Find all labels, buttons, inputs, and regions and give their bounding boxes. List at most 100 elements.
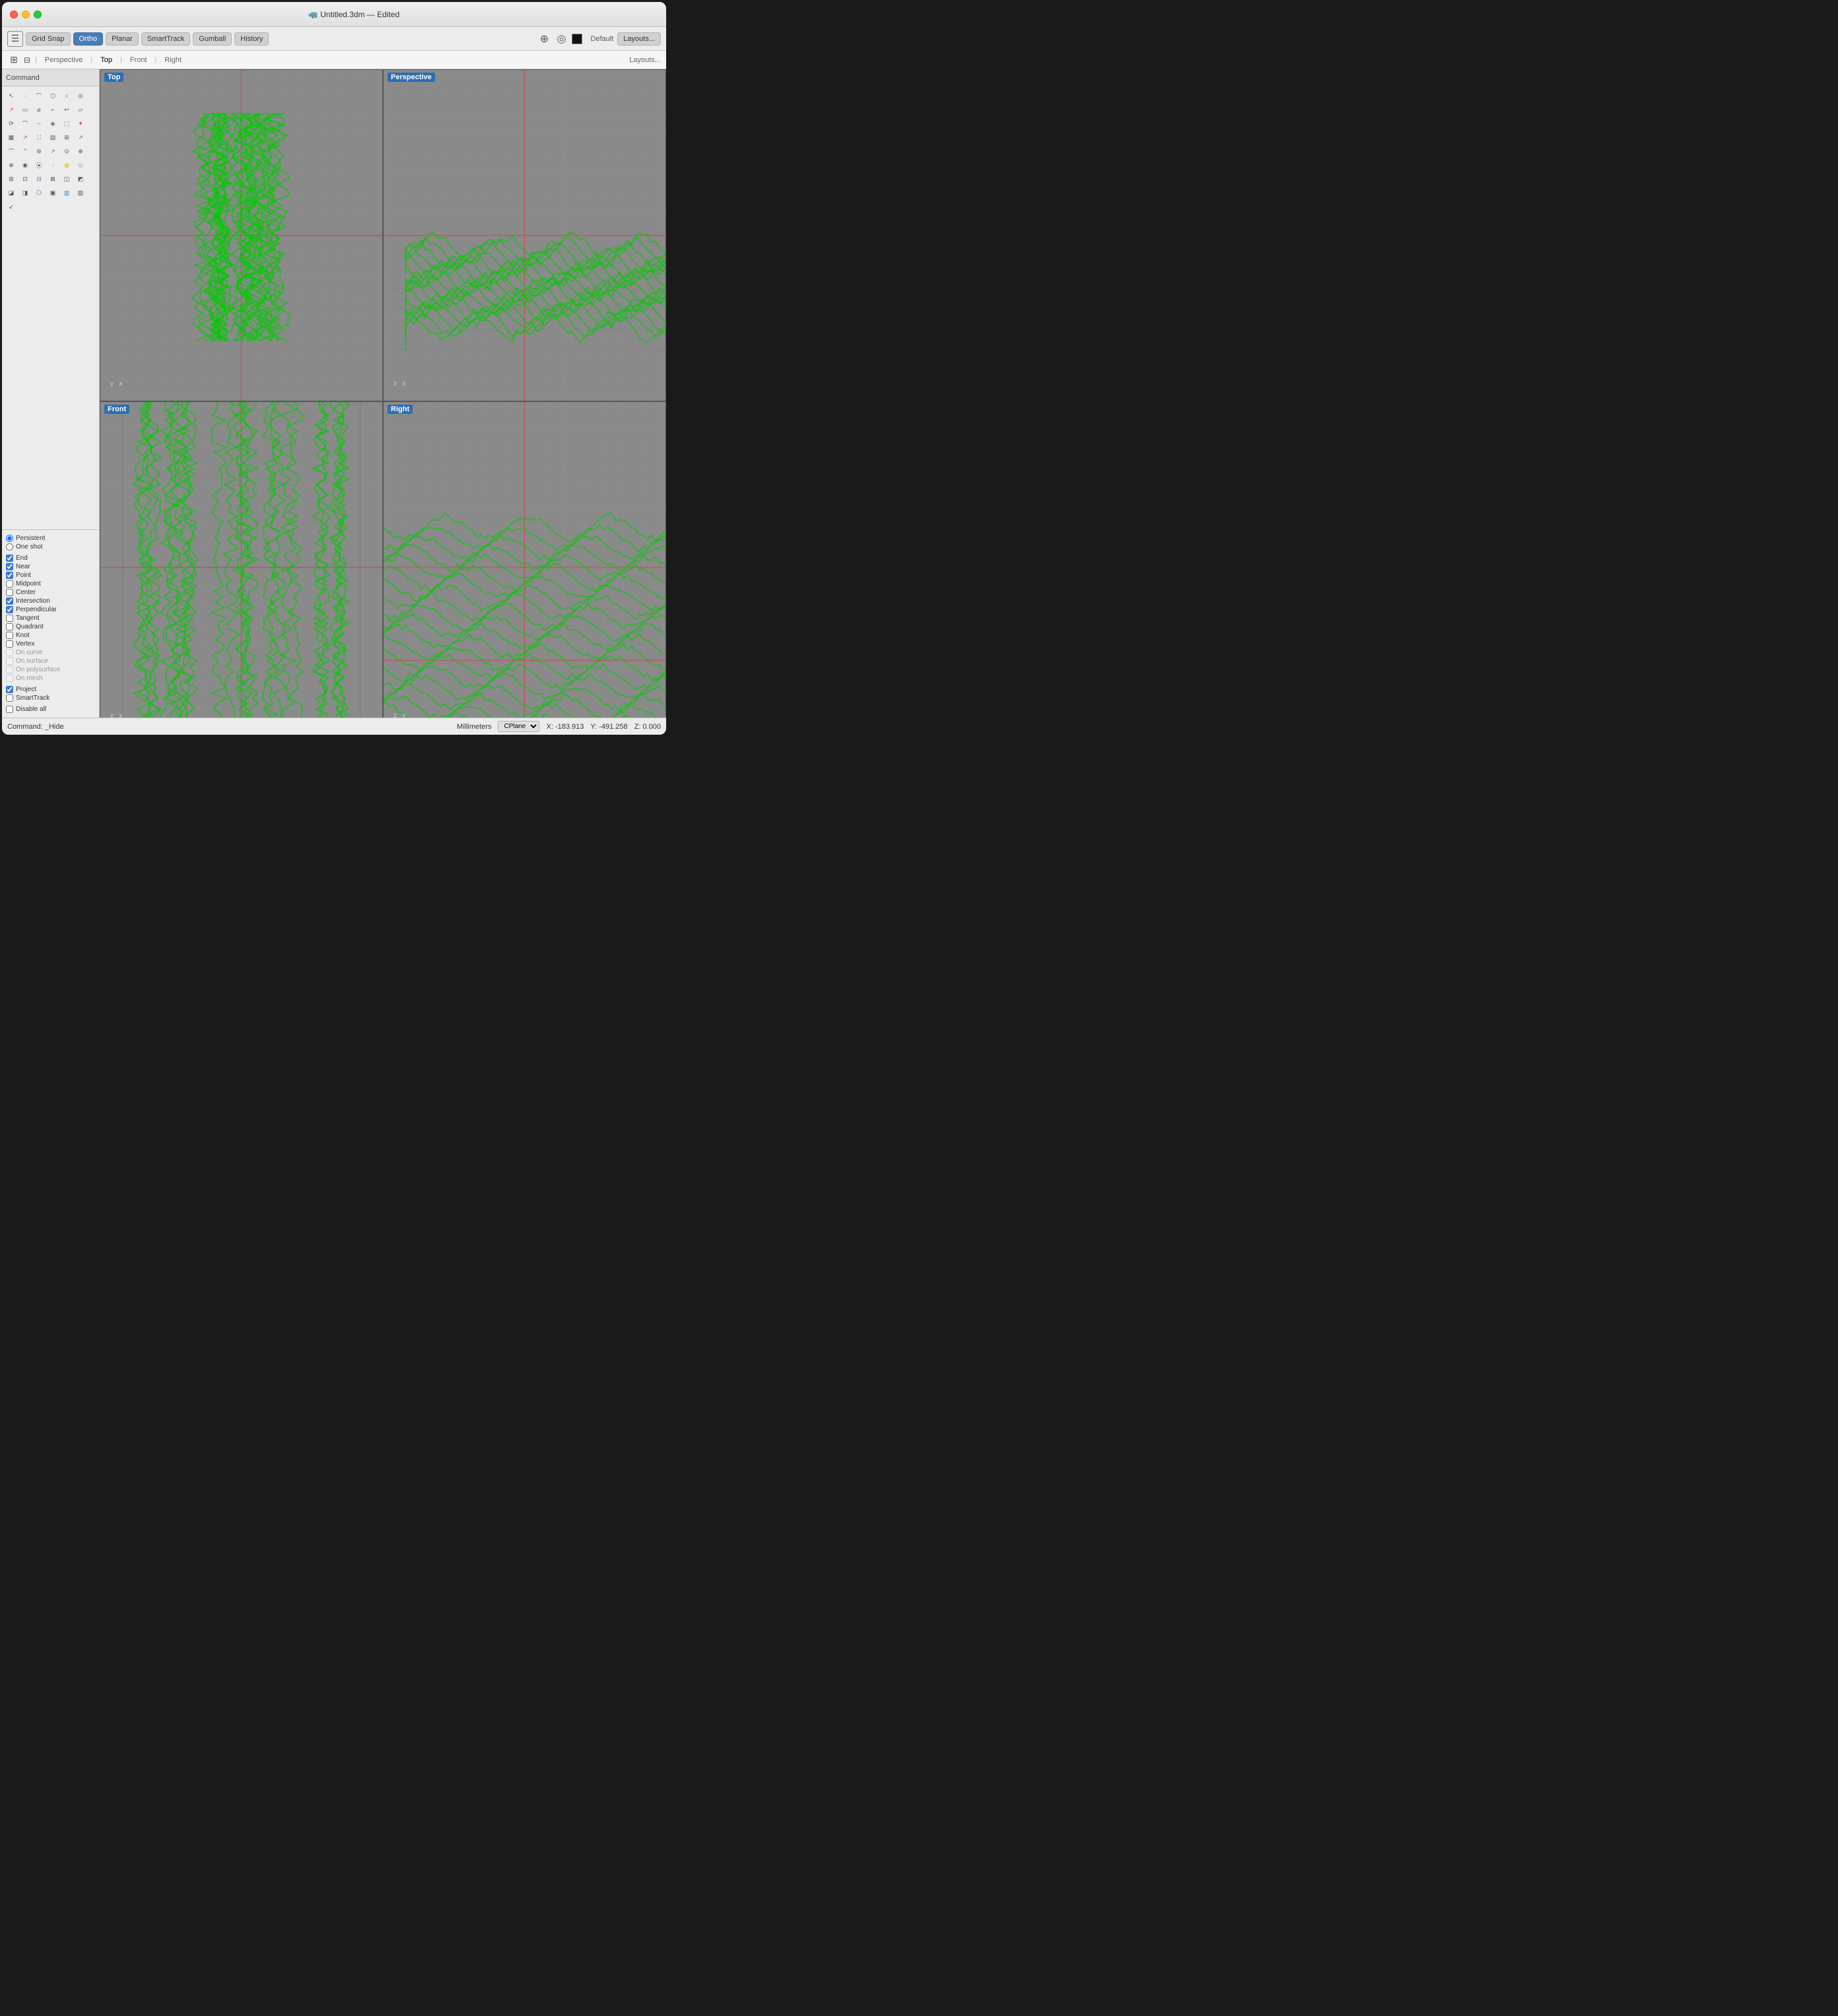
cplane-select[interactable]: CPlane World [498, 721, 539, 732]
light-tool-icon[interactable]: ⦿ [32, 158, 46, 172]
canvas-right[interactable] [384, 402, 665, 718]
smarttrack-checkbox[interactable] [6, 694, 13, 702]
tangent-checkbox[interactable] [6, 615, 13, 622]
display-tool-icon[interactable]: ⊠ [46, 172, 59, 185]
viewport-right[interactable]: Right z y [383, 401, 666, 718]
loft-tool-icon[interactable]: ▱ [74, 103, 87, 116]
layouts-button[interactable]: Layouts... [617, 32, 661, 46]
onsurface-checkbox[interactable] [6, 657, 13, 665]
pan-tool-icon[interactable]: ⊗ [5, 158, 18, 172]
dstripe-tool-icon[interactable]: ▧ [74, 186, 87, 199]
canvas-top[interactable] [100, 70, 382, 401]
color-swatch[interactable] [572, 34, 582, 44]
star-tool-icon[interactable]: ✦ [74, 117, 87, 130]
rotate3d-tool-icon[interactable]: ◉ [18, 158, 32, 172]
corner-tool-icon[interactable]: ↙ [5, 200, 18, 213]
onmesh-checkbox[interactable] [6, 675, 13, 682]
grid-snap-button[interactable]: Grid Snap [26, 32, 71, 46]
hatch-tool-icon[interactable]: ▦ [5, 131, 18, 144]
magnify-tool-icon[interactable]: ⊙ [60, 145, 73, 158]
frame-tool-icon[interactable]: ⛶ [32, 131, 46, 144]
quadrant-checkbox[interactable] [6, 623, 13, 630]
lines-tool-icon[interactable]: ▤ [46, 131, 59, 144]
rotate-tool-icon[interactable]: ⟳ [5, 117, 18, 130]
end-checkbox[interactable] [6, 554, 13, 562]
zoom-in-icon[interactable]: ⊕ [537, 32, 551, 46]
center-checkbox[interactable] [6, 589, 13, 596]
gumball-button[interactable]: Gumball [193, 32, 232, 46]
hstripe-tool-icon[interactable]: ▥ [60, 186, 73, 199]
persistent-radio[interactable] [6, 535, 13, 542]
panel1-tool-icon[interactable]: ◫ [60, 172, 73, 185]
viewport-perspective[interactable]: Perspective z x [383, 69, 666, 401]
dimension-tool-icon[interactable]: ↗ [18, 131, 32, 144]
circle-tool-icon[interactable]: ○ [60, 89, 73, 102]
layouts-label[interactable]: Layouts... [629, 56, 661, 64]
filled-tool-icon[interactable]: ▣ [46, 186, 59, 199]
properties-tool-icon[interactable]: ⊡ [18, 172, 32, 185]
zoom-tool-icon[interactable]: ⊕ [74, 145, 87, 158]
fillet-tool-icon[interactable]: ⌣ [32, 117, 46, 130]
smarttrack-button[interactable]: SmartTrack [141, 32, 190, 46]
nurbs-tool-icon[interactable]: ⌒ [5, 145, 18, 158]
minimize-button[interactable] [22, 11, 30, 18]
viewport-top[interactable]: Top y x [100, 69, 383, 401]
render-tool-icon[interactable]: ◌ [46, 158, 59, 172]
grid-tool-icon[interactable]: ⊞ [60, 131, 73, 144]
close-button[interactable] [10, 11, 18, 18]
vertex-checkbox[interactable] [6, 640, 13, 648]
texture-tool-icon[interactable]: ◎ [74, 158, 87, 172]
point-checkbox[interactable] [6, 572, 13, 579]
panel3-tool-icon[interactable]: ◪ [5, 186, 18, 199]
near-checkbox[interactable] [6, 563, 13, 570]
viewport-front[interactable]: Front z x [100, 401, 383, 718]
select-tool-icon[interactable]: ↖ [5, 89, 18, 102]
tab-top[interactable]: Top [94, 53, 119, 67]
layer-tool-icon[interactable]: ⊞ [5, 172, 18, 185]
maximize-button[interactable] [34, 11, 42, 18]
target-icon[interactable]: ◎ [555, 32, 568, 46]
status-y: Y: -491.258 [590, 723, 627, 731]
match-tool-icon[interactable]: ⌃ [18, 145, 32, 158]
sidebar-toggle-icon[interactable]: ☰ [7, 31, 23, 47]
material-tool-icon[interactable]: ◍ [60, 158, 73, 172]
revolve-tool-icon[interactable]: ⌀ [32, 103, 46, 116]
views-icon[interactable]: ⊞ [7, 53, 20, 67]
hex-tool-icon[interactable]: ⎔ [32, 186, 46, 199]
polygon-tool-icon[interactable]: ⬡ [46, 89, 59, 102]
tab-perspective[interactable]: Perspective [38, 53, 89, 67]
planar-button[interactable]: Planar [106, 32, 139, 46]
grid-icon[interactable]: ⊟ [20, 53, 34, 67]
oncurve-checkbox[interactable] [6, 649, 13, 656]
ortho-button[interactable]: Ortho [73, 32, 104, 46]
canvas-front[interactable] [100, 402, 382, 718]
disableall-checkbox[interactable] [6, 706, 13, 713]
sweep-tool-icon[interactable]: ⌐ [46, 103, 59, 116]
canvas-perspective[interactable] [384, 70, 665, 401]
ellipse-tool-icon[interactable]: ◎ [74, 89, 87, 102]
knot-checkbox[interactable] [6, 632, 13, 639]
oneshot-radio[interactable] [6, 543, 13, 551]
point-tool-icon[interactable]: · [18, 89, 32, 102]
chamfer-tool-icon[interactable]: ◈ [46, 117, 59, 130]
onpolysurface-checkbox[interactable] [6, 666, 13, 673]
midpoint-checkbox[interactable] [6, 580, 13, 588]
intersection-checkbox[interactable] [6, 597, 13, 605]
rect-tool-icon[interactable]: ▭ [18, 103, 32, 116]
join-tool-icon[interactable]: ⊛ [32, 145, 46, 158]
project-checkbox[interactable] [6, 686, 13, 693]
tab-front[interactable]: Front [123, 53, 154, 67]
blend-tool-icon[interactable]: ↩ [60, 103, 73, 116]
panel2-tool-icon[interactable]: ◩ [74, 172, 87, 185]
history-button[interactable]: History [234, 32, 269, 46]
array-tool-icon[interactable]: ↗ [74, 131, 87, 144]
arc-tool-icon[interactable]: ↗ [5, 103, 18, 116]
panel4-tool-icon[interactable]: ◨ [18, 186, 32, 199]
surface-tool-icon[interactable]: ⬚ [60, 117, 73, 130]
trim-tool-icon[interactable]: ⌒ [18, 117, 32, 130]
split-tool-icon[interactable]: ↗ [46, 145, 59, 158]
curve-tool-icon[interactable]: ⌒ [32, 89, 46, 102]
tab-right[interactable]: Right [158, 53, 188, 67]
object-tool-icon[interactable]: ⊟ [32, 172, 46, 185]
perpendicular-checkbox[interactable] [6, 606, 13, 613]
